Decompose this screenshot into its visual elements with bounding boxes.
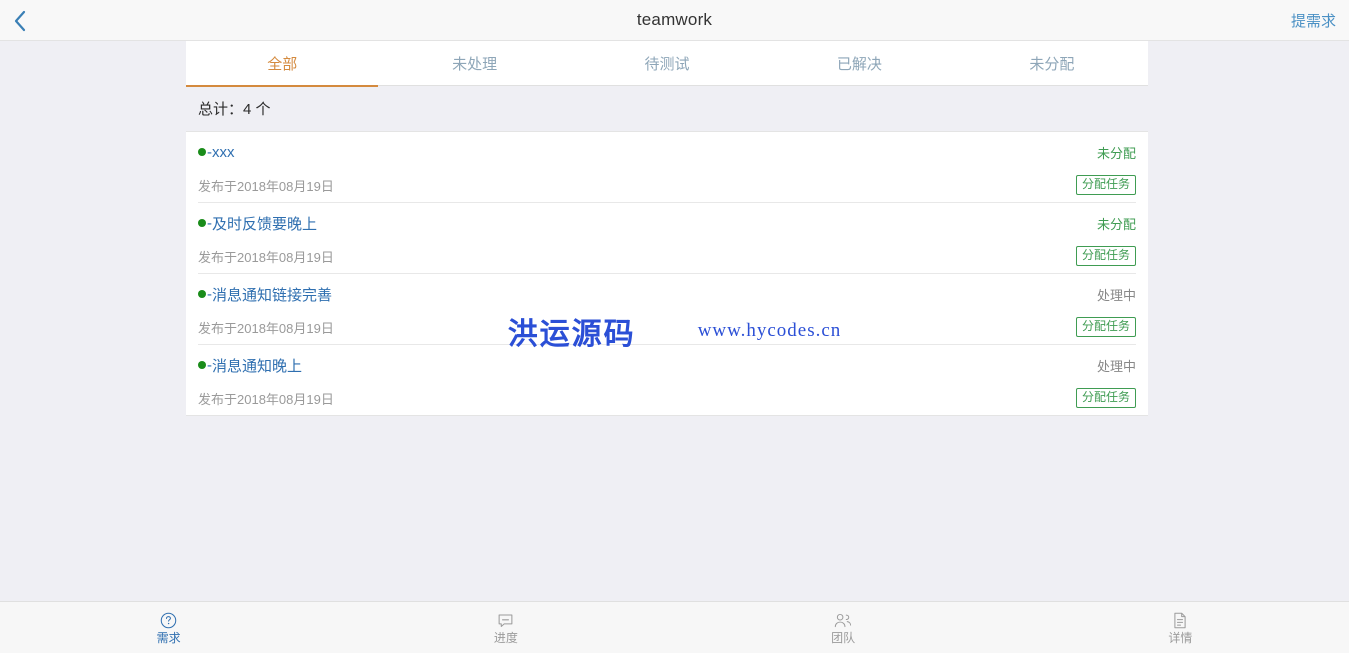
request-list: - xxx 未分配 发布于2018年08月19日 分配任务 - 及时反馈要晚上	[186, 131, 1148, 416]
list-item-title-text: 及时反馈要晚上	[212, 215, 318, 233]
assign-task-button[interactable]: 分配任务	[1075, 174, 1136, 196]
document-icon	[1172, 611, 1188, 629]
page-title: teamwork	[636, 10, 713, 29]
chat-bubble-icon	[497, 611, 514, 629]
status-badge: 未分配	[1096, 216, 1136, 232]
nav-item-progress[interactable]: 进度	[337, 602, 674, 653]
list-item-title-text: 消息通知链接完善	[212, 286, 333, 304]
nav-item-requirements[interactable]: 需求	[0, 602, 337, 653]
chevron-left-icon	[13, 10, 27, 32]
list-item-footer: 发布于2018年08月19日 分配任务	[198, 239, 1136, 274]
list-item-footer: 发布于2018年08月19日 分配任务	[198, 310, 1136, 345]
green-dot-icon	[198, 148, 206, 156]
publish-date: 发布于2018年08月19日	[198, 178, 334, 194]
tab-label: 待测试	[644, 56, 690, 73]
list-item-title-text: 消息通知晚上	[212, 357, 303, 375]
tab-pending-test[interactable]: 待测试	[571, 41, 763, 86]
publish-date: 发布于2018年08月19日	[198, 391, 334, 407]
tab-unprocessed[interactable]: 未处理	[378, 41, 570, 86]
back-button[interactable]	[0, 0, 40, 41]
list-item-header: - 消息通知链接完善 处理中	[198, 274, 1136, 310]
question-circle-icon	[160, 611, 177, 629]
nav-item-details[interactable]: 详情	[1012, 602, 1349, 653]
nav-item-label: 团队	[831, 631, 856, 645]
list-item-title-text: xxx	[212, 143, 235, 161]
list-item-title[interactable]: - 消息通知晚上	[198, 355, 302, 376]
list-item-title[interactable]: - 消息通知链接完善	[198, 284, 332, 305]
list-item-footer: 发布于2018年08月19日 分配任务	[198, 381, 1136, 415]
submit-request-button[interactable]: 提需求	[1291, 0, 1336, 41]
total-count-label: 总计：4 个	[198, 101, 271, 118]
nav-item-label: 进度	[493, 631, 518, 645]
nav-item-label: 详情	[1168, 631, 1193, 645]
status-badge: 处理中	[1096, 358, 1136, 374]
main-panel: 全部 未处理 待测试 已解决 未分配 总计：4 个 - xxx 未分配 发布于2…	[186, 41, 1148, 416]
tab-label: 全部	[267, 56, 298, 73]
status-badge: 处理中	[1096, 287, 1136, 303]
list-item-header: - 及时反馈要晚上 未分配	[198, 203, 1136, 239]
assign-task-button[interactable]: 分配任务	[1075, 316, 1136, 338]
list-item-title[interactable]: - 及时反馈要晚上	[198, 213, 317, 234]
tab-label: 已解决	[836, 56, 882, 73]
publish-date: 发布于2018年08月19日	[198, 320, 334, 336]
list-item[interactable]: - 消息通知晚上 处理中 发布于2018年08月19日 分配任务	[186, 345, 1148, 415]
nav-item-label: 需求	[156, 631, 181, 645]
app-header: teamwork 提需求	[0, 0, 1349, 41]
list-item[interactable]: - 消息通知链接完善 处理中 发布于2018年08月19日 分配任务	[186, 274, 1148, 345]
green-dot-icon	[198, 219, 206, 227]
green-dot-icon	[198, 290, 206, 298]
tab-label: 未处理	[452, 56, 498, 73]
assign-task-button[interactable]: 分配任务	[1075, 387, 1136, 409]
green-dot-icon	[198, 361, 206, 369]
tab-all[interactable]: 全部	[186, 41, 379, 87]
tab-label: 未分配	[1029, 56, 1075, 73]
tab-resolved[interactable]: 已解决	[763, 41, 955, 86]
list-item-header: - xxx 未分配	[198, 132, 1136, 168]
filter-tabs: 全部 未处理 待测试 已解决 未分配	[186, 41, 1148, 87]
assign-task-button[interactable]: 分配任务	[1075, 245, 1136, 267]
list-item[interactable]: - 及时反馈要晚上 未分配 发布于2018年08月19日 分配任务	[186, 203, 1148, 274]
list-item[interactable]: - xxx 未分配 发布于2018年08月19日 分配任务	[186, 132, 1148, 203]
list-item-header: - 消息通知晚上 处理中	[198, 345, 1136, 381]
status-badge: 未分配	[1096, 145, 1136, 161]
total-count-bar: 总计：4 个	[186, 86, 1148, 131]
bottom-navigation: 需求 进度 团队 详情	[0, 601, 1349, 653]
people-icon	[834, 611, 852, 629]
nav-item-team[interactable]: 团队	[675, 602, 1012, 653]
publish-date: 发布于2018年08月19日	[198, 249, 334, 265]
content-area: 全部 未处理 待测试 已解决 未分配 总计：4 个 - xxx 未分配 发布于2…	[0, 41, 1349, 601]
list-item-footer: 发布于2018年08月19日 分配任务	[198, 168, 1136, 203]
tab-unassigned[interactable]: 未分配	[956, 41, 1148, 86]
list-item-title[interactable]: - xxx	[198, 144, 235, 161]
